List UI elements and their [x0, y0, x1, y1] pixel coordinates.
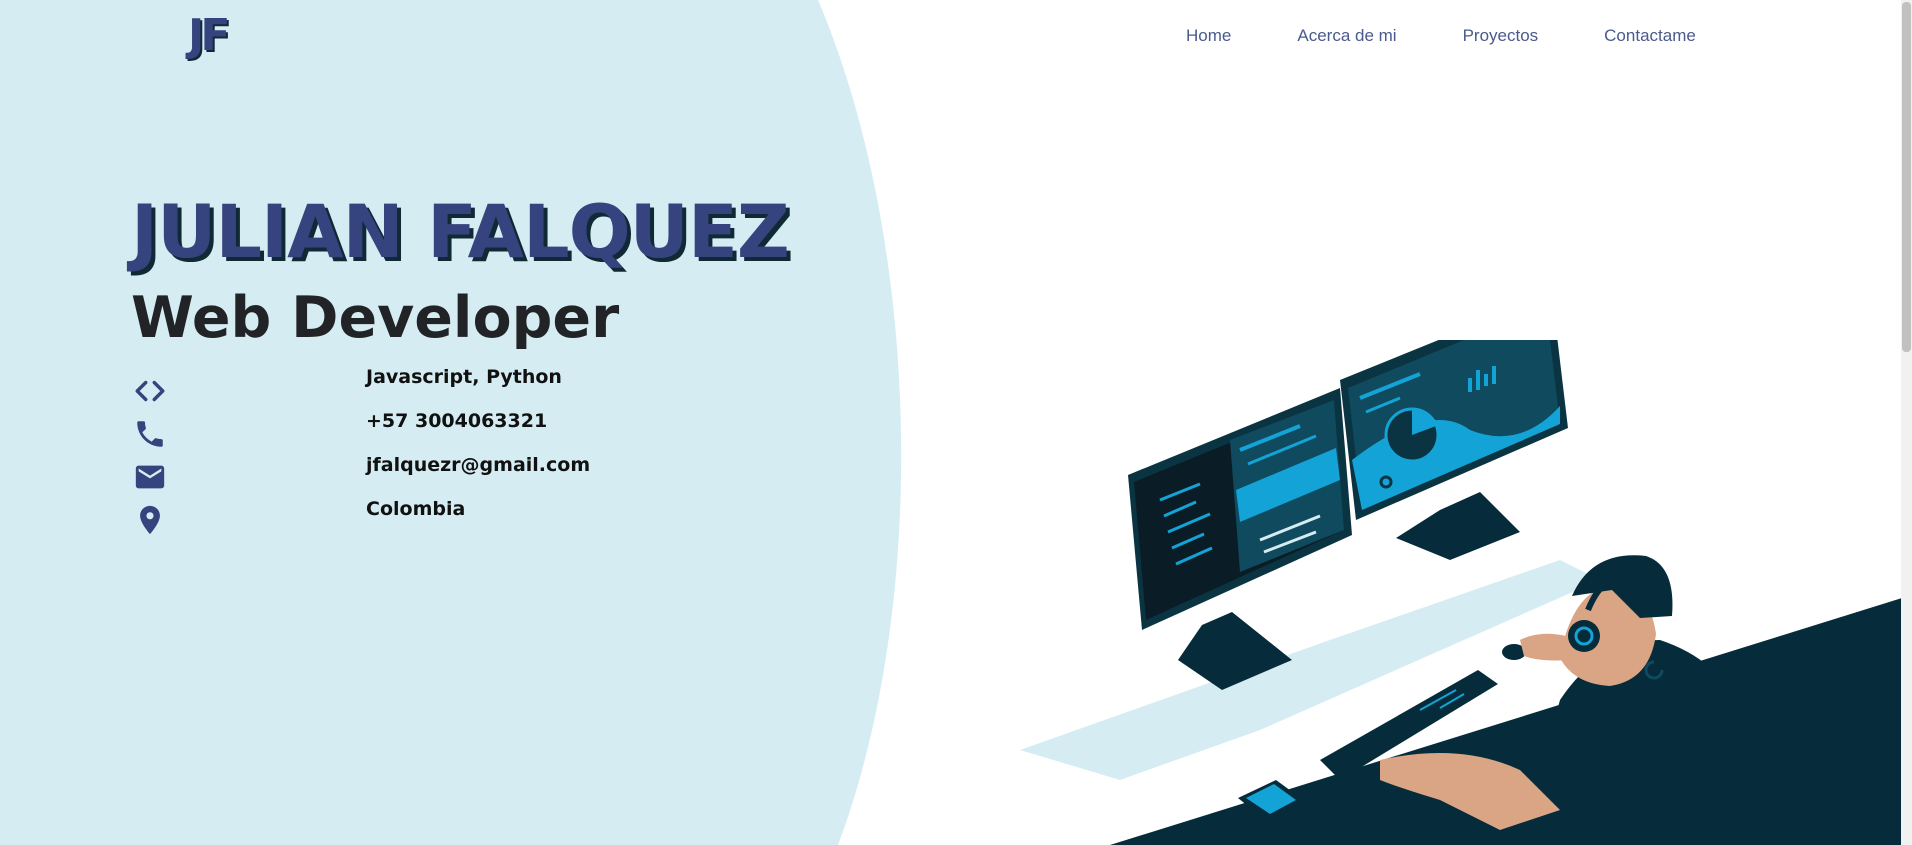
nav-link-contact[interactable]: Contactame	[1604, 26, 1696, 46]
scrollbar-thumb[interactable]	[1902, 2, 1911, 352]
page-scrollbar[interactable]	[1901, 0, 1912, 845]
developer-illustration	[1020, 340, 1902, 845]
info-skills: Javascript, Python	[366, 366, 562, 388]
phone-icon	[137, 421, 163, 447]
info-email: jfalquezr@gmail.com	[366, 454, 591, 476]
mail-icon	[135, 465, 165, 489]
info-phone: +57 3004063321	[366, 410, 548, 432]
nav-link-home[interactable]: Home	[1186, 26, 1231, 46]
code-icon	[135, 380, 165, 402]
contact-info-list: Javascript, Python +57 3004063321 jfalqu…	[366, 366, 590, 542]
info-location: Colombia	[366, 498, 466, 520]
nav-link-projects[interactable]: Proyectos	[1463, 26, 1539, 46]
nav-link-about[interactable]: Acerca de mi	[1297, 26, 1396, 46]
location-pin-icon	[140, 505, 160, 535]
hero-role: Web Developer	[131, 285, 620, 351]
site-logo[interactable]: JF	[188, 14, 230, 58]
top-navigation: Home Acerca de mi Proyectos Contactame	[1186, 26, 1696, 46]
hero-name: JULIAN FALQUEZ	[131, 190, 790, 275]
right-monitor	[1340, 340, 1568, 560]
info-icon-column	[133, 374, 167, 546]
